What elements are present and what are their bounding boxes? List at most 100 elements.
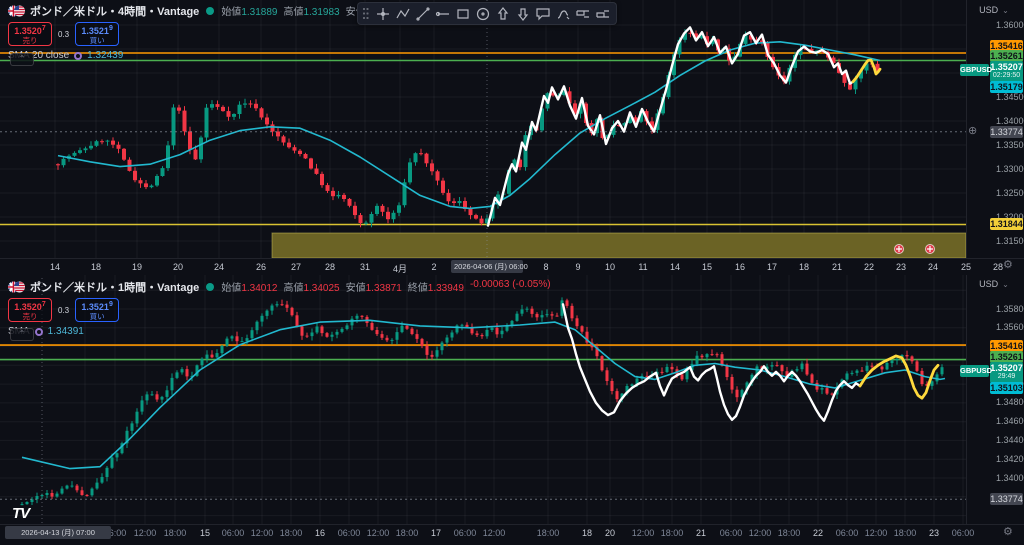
arrow-down-tool-icon[interactable]: [513, 5, 532, 23]
candle: [62, 159, 66, 165]
brush-tool-icon[interactable]: [553, 5, 572, 23]
buy-button[interactable]: 1.35219 買い: [75, 22, 119, 46]
arrow-up-tool-icon[interactable]: [493, 5, 512, 23]
time-axis-label: 17: [767, 262, 777, 272]
trend-line-tool-icon[interactable]: [413, 5, 432, 23]
candle: [348, 199, 352, 206]
time-axis-label: 21: [696, 528, 706, 538]
sell-button[interactable]: 1.35207 売り: [8, 298, 52, 322]
floating-drawing-toolbar[interactable]: [357, 2, 617, 25]
candle: [122, 149, 126, 160]
sell-button[interactable]: 1.35207 売り: [8, 22, 52, 46]
chart-title[interactable]: ポンド／米ドル・4時間・Vantage: [30, 3, 199, 19]
market-status-icon[interactable]: [206, 7, 214, 15]
candle: [871, 366, 874, 367]
polyline-tool-icon[interactable]: [393, 5, 412, 23]
candle: [66, 486, 69, 489]
candle: [446, 338, 449, 343]
axis-settings-gear-icon[interactable]: ⚙: [1003, 527, 1013, 538]
candle: [436, 171, 440, 180]
currency-selector[interactable]: USD ⌄: [971, 277, 1017, 291]
sma-line[interactable]: [58, 42, 880, 209]
spread-value: 0.3: [56, 30, 71, 39]
candle: [375, 206, 379, 214]
time-axis-label: 28: [993, 262, 1003, 272]
highlight-zone[interactable]: [272, 233, 966, 258]
candle: [666, 367, 669, 372]
sma-line[interactable]: [22, 320, 945, 468]
candle: [801, 364, 804, 370]
indicator-value: 1.32439: [87, 50, 123, 61]
candle: [681, 374, 684, 379]
candle: [716, 354, 719, 355]
currency-selector[interactable]: USD ⌄: [971, 3, 1017, 17]
axis-settings-gear-icon[interactable]: ⚙: [1003, 260, 1013, 271]
price-tick-label: 1.36000: [996, 20, 1024, 30]
callout-tool-icon[interactable]: [533, 5, 552, 23]
time-axis-label: 12:00: [632, 528, 655, 538]
candle: [117, 145, 121, 149]
time-axis-label: 18:00: [778, 528, 801, 538]
candle: [241, 341, 244, 342]
short-position-tool-icon[interactable]: [593, 5, 612, 23]
candle: [816, 383, 819, 390]
cross-line-tool-icon[interactable]: [373, 5, 392, 23]
price-label-cyan: 1.35179: [990, 81, 1023, 93]
time-axis-4h[interactable]: 1418192024262728314月28910111415161718212…: [0, 258, 1024, 275]
time-axis-label: 27: [291, 262, 301, 272]
price-label-yellow: 1.31844: [990, 218, 1023, 230]
candle: [911, 356, 914, 361]
candle: [304, 154, 308, 158]
candle: [441, 343, 444, 351]
price-label-cyan: 1.35103: [990, 382, 1023, 394]
candle: [86, 495, 89, 496]
chart-title[interactable]: ポンド／米ドル・1時間・Vantage: [30, 279, 199, 295]
time-axis-label: 23: [896, 262, 906, 272]
time-axis-label: 21: [832, 262, 842, 272]
legend-collapse-button[interactable]: ⌃: [10, 328, 34, 341]
candle: [826, 388, 829, 394]
candle: [238, 105, 242, 114]
candle: [151, 394, 154, 395]
time-axis-label: 20: [605, 528, 615, 538]
candle: [91, 489, 94, 496]
candle: [601, 356, 604, 370]
long-position-tool-icon[interactable]: [573, 5, 592, 23]
candle: [226, 339, 229, 346]
add-alert-plus-icon[interactable]: ⊕: [968, 126, 977, 137]
candle: [183, 111, 187, 132]
drag-handle-icon[interactable]: [362, 7, 369, 20]
time-axis-label: 12:00: [367, 528, 390, 538]
change-readout: -0.00063 (-0.05%): [470, 279, 551, 294]
ellipse-tool-icon[interactable]: [473, 5, 492, 23]
candle: [370, 214, 374, 223]
event-flag-icon[interactable]: [926, 245, 935, 254]
candle: [571, 306, 574, 318]
candle: [566, 300, 569, 306]
candle: [851, 373, 854, 374]
candle: [441, 181, 445, 193]
event-flag-icon[interactable]: [895, 245, 904, 254]
candle: [480, 219, 484, 224]
time-axis-label: 2: [431, 262, 436, 272]
rectangle-tool-icon[interactable]: [453, 5, 472, 23]
candle: [133, 171, 137, 180]
legend-collapse-button[interactable]: ⌃: [10, 53, 34, 66]
price-label-gray: 1.33774: [990, 493, 1023, 505]
candle: [41, 495, 44, 496]
price-label-gray: 1.33774: [990, 126, 1023, 138]
candle: [426, 346, 429, 355]
candle: [576, 318, 579, 326]
tradingview-logo[interactable]: TV: [12, 505, 29, 522]
indicator-loading-icon: [35, 328, 43, 336]
candle: [414, 153, 418, 162]
horizontal-ray-tool-icon[interactable]: [433, 5, 452, 23]
buy-button[interactable]: 1.35219 買い: [75, 298, 119, 322]
market-status-icon[interactable]: [206, 283, 214, 291]
time-axis-1h[interactable]: 1406:0012:0018:001506:0012:0018:001606:0…: [0, 524, 1024, 541]
price-tick-label: 1.34200: [996, 454, 1024, 464]
candle: [731, 377, 734, 390]
candle: [921, 371, 924, 384]
candle: [611, 381, 614, 391]
price-tick-label: 1.34800: [996, 397, 1024, 407]
